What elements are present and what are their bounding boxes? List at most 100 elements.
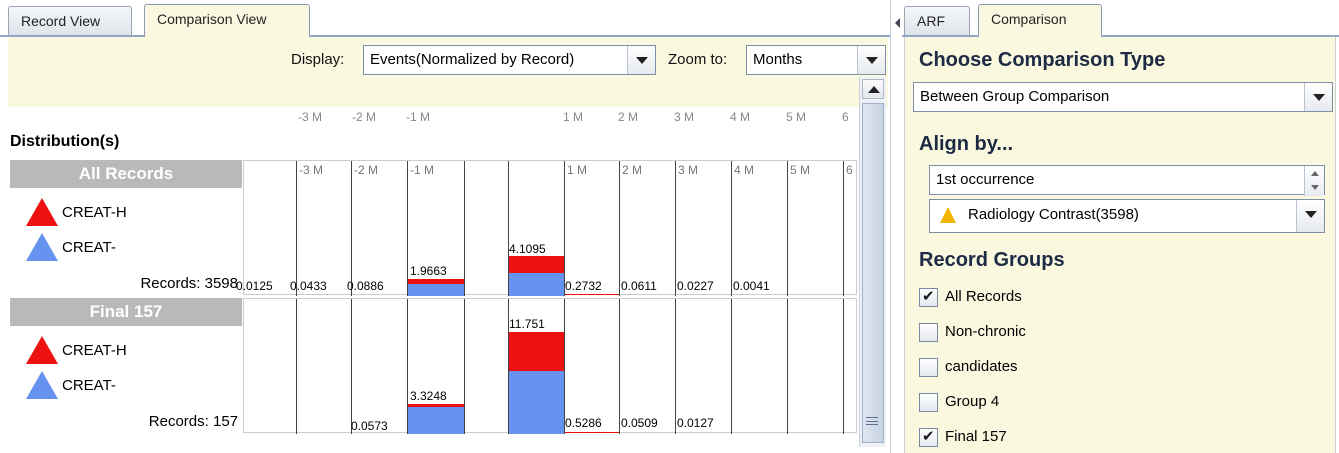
record-groups-title: Record Groups xyxy=(919,249,1065,271)
month-divider xyxy=(351,299,352,434)
month-divider xyxy=(351,161,352,296)
checkbox-label: Group 4 xyxy=(945,393,1000,410)
axis-tick: 4 M xyxy=(734,163,755,177)
month-divider xyxy=(675,161,676,296)
occurrence-spinner[interactable]: 1st occurrence xyxy=(929,165,1325,196)
comparison-type-value: Between Group Comparison xyxy=(920,88,1110,105)
checkbox[interactable] xyxy=(919,358,938,377)
tab-arf[interactable]: ARF xyxy=(904,6,970,36)
comparison-view-panel: Record View Comparison View Display: Eve… xyxy=(0,0,890,453)
checkbox-label: Non-chronic xyxy=(945,323,1026,340)
month-divider xyxy=(619,161,620,296)
month-divider xyxy=(564,161,565,296)
comparison-settings-panel: ARF Comparison Choose Comparison Type Be… xyxy=(902,0,1339,453)
axis-tick: -1 M xyxy=(410,163,434,177)
bar-creat[interactable] xyxy=(408,283,464,296)
tab-record-view[interactable]: Record View xyxy=(8,6,132,36)
spinner-arrows-icon[interactable] xyxy=(1304,166,1324,196)
month-divider xyxy=(731,161,732,296)
group-header[interactable]: All Records xyxy=(10,160,242,188)
triangle-icon xyxy=(26,233,58,261)
align-by-title: Align by... xyxy=(919,133,1014,155)
settings-body: Choose Comparison Type Between Group Com… xyxy=(904,37,1336,453)
axis-tick: 5 M xyxy=(786,110,807,124)
month-divider xyxy=(843,299,844,434)
axis-tick: 5 M xyxy=(790,163,811,177)
bar-creat-h[interactable] xyxy=(509,256,564,273)
records-count: Records: 157 xyxy=(148,413,238,430)
triangle-icon xyxy=(26,336,58,364)
scroll-thumb[interactable] xyxy=(862,103,884,443)
tab-label: Record View xyxy=(21,13,101,29)
bar-creat-h[interactable] xyxy=(408,404,464,407)
axis-tick: 1 M xyxy=(563,110,584,124)
value-label: 3.3248 xyxy=(410,389,447,403)
checkbox-label: Final 157 xyxy=(945,428,1007,445)
bar-creat-h[interactable] xyxy=(509,332,564,371)
legend-label: CREAT-H xyxy=(62,342,127,359)
value-label: 0.0611 xyxy=(621,279,657,293)
histogram-final-157: 0.0573 3.3248 11.751 0.5286 0.0509 0.012… xyxy=(243,298,857,434)
occurrence-value: 1st occurrence xyxy=(936,171,1035,188)
triangle-icon xyxy=(940,207,956,223)
display-select-value: Events(Normalized by Record) xyxy=(370,51,575,68)
checkbox-label: All Records xyxy=(945,288,1022,305)
bar-creat[interactable] xyxy=(509,371,564,434)
value-label: 0.0127 xyxy=(677,416,714,430)
tab-comparison[interactable]: Comparison xyxy=(978,4,1102,37)
month-divider xyxy=(464,299,465,434)
legend-label: CREAT-H xyxy=(62,204,127,221)
comparison-type-select[interactable]: Between Group Comparison xyxy=(913,82,1333,112)
display-label: Display: xyxy=(291,51,345,68)
axis-tick: 4 M xyxy=(730,110,751,124)
axis-tick: -3 M xyxy=(298,110,322,124)
bar-creat[interactable] xyxy=(408,407,464,434)
month-divider xyxy=(464,161,465,296)
zoom-select[interactable]: Months xyxy=(746,45,886,75)
month-divider xyxy=(843,161,844,296)
align-event-select[interactable]: Radiology Contrast(3598) xyxy=(929,199,1325,233)
value-label: 0.2732 xyxy=(565,279,602,293)
panel-splitter[interactable] xyxy=(890,0,902,453)
chevron-down-icon[interactable] xyxy=(857,46,885,74)
legend-label: CREAT- xyxy=(62,239,116,256)
records-count: Records: 3598 xyxy=(140,275,238,292)
month-divider xyxy=(675,299,676,434)
axis-tick: 3 M xyxy=(678,163,699,177)
group-name: Final 157 xyxy=(89,302,163,321)
month-divider xyxy=(731,299,732,434)
month-divider xyxy=(564,299,565,434)
scroll-grip-icon xyxy=(866,417,878,425)
display-select[interactable]: Events(Normalized by Record) xyxy=(363,45,656,75)
value-label: 1.9663 xyxy=(410,264,447,278)
chart-toolbar: Display: Events(Normalized by Record) Zo… xyxy=(8,37,888,107)
bar-creat-h[interactable] xyxy=(408,279,464,284)
axis-tick: 2 M xyxy=(618,110,639,124)
value-label: 0.0886 xyxy=(347,279,384,293)
bar-creat[interactable] xyxy=(509,273,564,296)
left-tabstrip: Record View Comparison View xyxy=(0,0,890,37)
checkbox[interactable] xyxy=(919,427,938,447)
group-header[interactable]: Final 157 xyxy=(10,298,242,326)
checkbox[interactable] xyxy=(919,393,938,412)
bar-creat-h xyxy=(565,294,619,295)
checkbox[interactable] xyxy=(919,323,938,342)
axis-tick: 1 M xyxy=(567,163,588,177)
chevron-down-icon[interactable] xyxy=(627,46,655,74)
month-divider xyxy=(296,299,297,434)
axis-tick: -1 M xyxy=(406,110,430,124)
chevron-down-icon[interactable] xyxy=(1296,200,1324,232)
month-divider xyxy=(407,161,408,296)
collapse-arrow-icon[interactable] xyxy=(895,18,900,28)
vertical-scrollbar[interactable] xyxy=(859,77,886,447)
axis-tick: 3 M xyxy=(674,110,695,124)
scroll-up-button[interactable] xyxy=(862,79,884,99)
axis-tick: 2 M xyxy=(622,163,643,177)
value-label: 0.5286 xyxy=(565,416,602,430)
zoom-label: Zoom to: xyxy=(668,51,728,68)
value-label: 4.1095 xyxy=(509,242,546,256)
chevron-down-icon[interactable] xyxy=(1304,83,1332,111)
checkbox[interactable] xyxy=(919,287,938,307)
zoom-select-value: Months xyxy=(753,51,803,68)
tab-comparison-view[interactable]: Comparison View xyxy=(144,4,310,37)
